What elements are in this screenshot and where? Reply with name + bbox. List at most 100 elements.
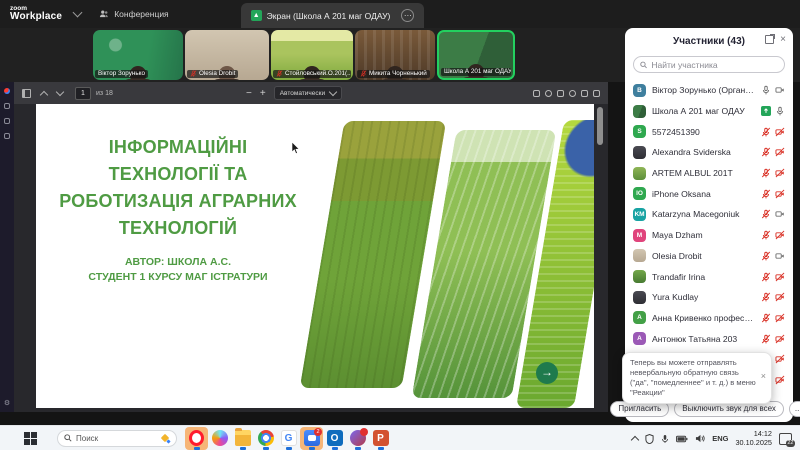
share-icon[interactable] (761, 106, 771, 116)
mic-off-icon[interactable] (761, 127, 771, 137)
taskbar-icon-opera[interactable] (185, 427, 208, 450)
taskbar-icon-file-explorer[interactable] (231, 427, 254, 450)
shield-icon[interactable] (645, 434, 654, 444)
taskbar-icon-outlook[interactable]: O (323, 427, 346, 450)
taskbar-icon-google[interactable]: G (277, 427, 300, 450)
cam-off-icon[interactable] (775, 354, 785, 364)
pdf-print-icon[interactable] (593, 90, 600, 97)
mic-off-icon[interactable] (761, 292, 771, 302)
participant-avatar: B (633, 84, 646, 97)
page-number-input[interactable]: 1 (75, 87, 91, 100)
cam-off-icon[interactable] (775, 272, 785, 282)
video-thumbnail[interactable]: Школа А 201 маг ОДАУ (437, 30, 515, 80)
sidebar-tool-icon[interactable] (4, 103, 10, 109)
chevron-down-icon[interactable] (73, 8, 83, 18)
cam-on-icon[interactable] (775, 85, 785, 95)
tab-screen-share[interactable]: ▲ Экран (Школа А 201 маг ОДАУ) ⋯ (241, 3, 425, 28)
taskbar-icon-copilot[interactable] (208, 427, 231, 450)
cam-off-icon[interactable] (775, 189, 785, 199)
microphone-icon[interactable] (661, 434, 669, 444)
taskbar-icon-chrome[interactable] (254, 427, 277, 450)
close-icon[interactable]: × (780, 35, 786, 44)
page-up-icon[interactable] (40, 90, 48, 98)
pdf-save-icon[interactable] (581, 90, 588, 97)
page-down-icon[interactable] (56, 88, 64, 96)
participant-row[interactable]: Yura Kudlay (625, 287, 793, 308)
cam-off-icon[interactable] (775, 230, 785, 240)
participant-search[interactable] (633, 56, 785, 73)
tray-chevron-up-icon[interactable] (631, 436, 639, 444)
start-button[interactable] (24, 432, 37, 445)
zoom-out-button[interactable]: − (246, 88, 252, 99)
scrollbar-thumb[interactable] (597, 107, 603, 145)
toast-close-icon[interactable]: × (761, 371, 766, 381)
taskbar-icon-powerpoint[interactable]: P (369, 427, 392, 450)
mic-on-icon[interactable] (775, 106, 785, 116)
pdf-sidebar-toggle-icon[interactable] (22, 89, 31, 98)
taskbar-icon-zoom-app[interactable]: 2 (300, 427, 323, 450)
browser-logo-icon[interactable] (4, 88, 10, 94)
participant-row[interactable]: A Анна Кривенко професор кафедри з... (625, 308, 793, 329)
tab-conference[interactable]: Конференция (89, 0, 178, 28)
cam-off-icon[interactable] (775, 334, 785, 344)
cam-on-icon[interactable] (775, 209, 785, 219)
language-indicator[interactable]: ENG (712, 434, 728, 443)
tab-more-icon[interactable]: ⋯ (401, 9, 414, 22)
gear-icon[interactable]: ⚙ (4, 399, 10, 407)
mic-off-icon[interactable] (761, 209, 771, 219)
pdf-draw-icon[interactable] (545, 90, 552, 97)
taskbar-search[interactable] (57, 430, 177, 447)
video-thumbnail[interactable]: Olesia Drobit (185, 30, 269, 80)
participant-row[interactable]: M Maya Dzham (625, 225, 793, 246)
video-thumbnail[interactable]: Стойловський.О.201(.. (271, 30, 353, 80)
zoom-workplace-window: zoom Workplace Конференция ▲ Экран (Школ… (0, 0, 800, 450)
participant-name: 5572451390 (652, 127, 755, 137)
mic-off-icon[interactable] (761, 313, 771, 323)
mic-on-icon[interactable] (761, 85, 771, 95)
clock[interactable]: 14:12 30.10.2025 (735, 430, 772, 447)
popout-icon[interactable] (765, 35, 774, 44)
mic-off-icon[interactable] (761, 272, 771, 282)
participant-row[interactable]: ARTEM ALBUL 201T (625, 163, 793, 184)
participant-row[interactable]: B Віктор Зорунько (Организатор, я) (625, 80, 793, 101)
cam-off-icon[interactable] (775, 292, 785, 302)
notification-icon[interactable]: 22 (779, 433, 792, 445)
cam-off-icon[interactable] (775, 168, 785, 178)
participant-row[interactable]: S 5572451390 (625, 121, 793, 142)
video-thumbnail[interactable]: Микита Чорненький (355, 30, 435, 80)
taskbar-search-input[interactable] (76, 434, 146, 443)
battery-icon[interactable] (676, 435, 688, 443)
speaker-icon[interactable] (695, 434, 705, 443)
mic-off-icon[interactable] (761, 189, 771, 199)
search-input[interactable] (651, 60, 778, 70)
cam-off-icon[interactable] (775, 127, 785, 137)
participant-row[interactable]: A Антонюк Татьяна 203 (625, 328, 793, 349)
taskbar-icon-meet[interactable] (346, 427, 369, 450)
participant-row[interactable]: KM Katarzyna Macegoniuk (625, 204, 793, 225)
zoom-mode-select[interactable]: Автоматически (274, 86, 342, 100)
cam-off-icon[interactable] (775, 313, 785, 323)
participant-row[interactable]: Alexandra Sviderska (625, 142, 793, 163)
pdf-scrollbar[interactable] (594, 104, 608, 408)
mic-off-icon[interactable] (761, 251, 771, 261)
mic-off-icon[interactable] (761, 334, 771, 344)
mic-off-icon[interactable] (761, 147, 771, 157)
more-options-button[interactable]: ... (789, 401, 800, 417)
cam-on-icon[interactable] (775, 251, 785, 261)
cam-off-icon[interactable] (775, 147, 785, 157)
pdf-highlight-icon[interactable] (569, 90, 576, 97)
sidebar-tool-icon[interactable] (4, 133, 10, 139)
slide-next-button[interactable]: → (536, 362, 558, 384)
participant-row[interactable]: IO iPhone Oksana (625, 183, 793, 204)
participant-row[interactable]: Olesia Drobit (625, 246, 793, 267)
pdf-text-icon[interactable] (557, 90, 564, 97)
participant-row[interactable]: Trandafir Irina (625, 266, 793, 287)
participant-row[interactable]: Школа А 201 маг ОДАУ (625, 101, 793, 122)
cam-off-icon[interactable] (775, 375, 785, 385)
sidebar-tool-icon[interactable] (4, 118, 10, 124)
mic-off-icon[interactable] (761, 230, 771, 240)
video-thumbnail[interactable]: Віктор Зорунько (93, 30, 183, 80)
zoom-in-button[interactable]: + (260, 88, 266, 99)
pdf-annotate-icon[interactable] (533, 90, 540, 97)
mic-off-icon[interactable] (761, 168, 771, 178)
